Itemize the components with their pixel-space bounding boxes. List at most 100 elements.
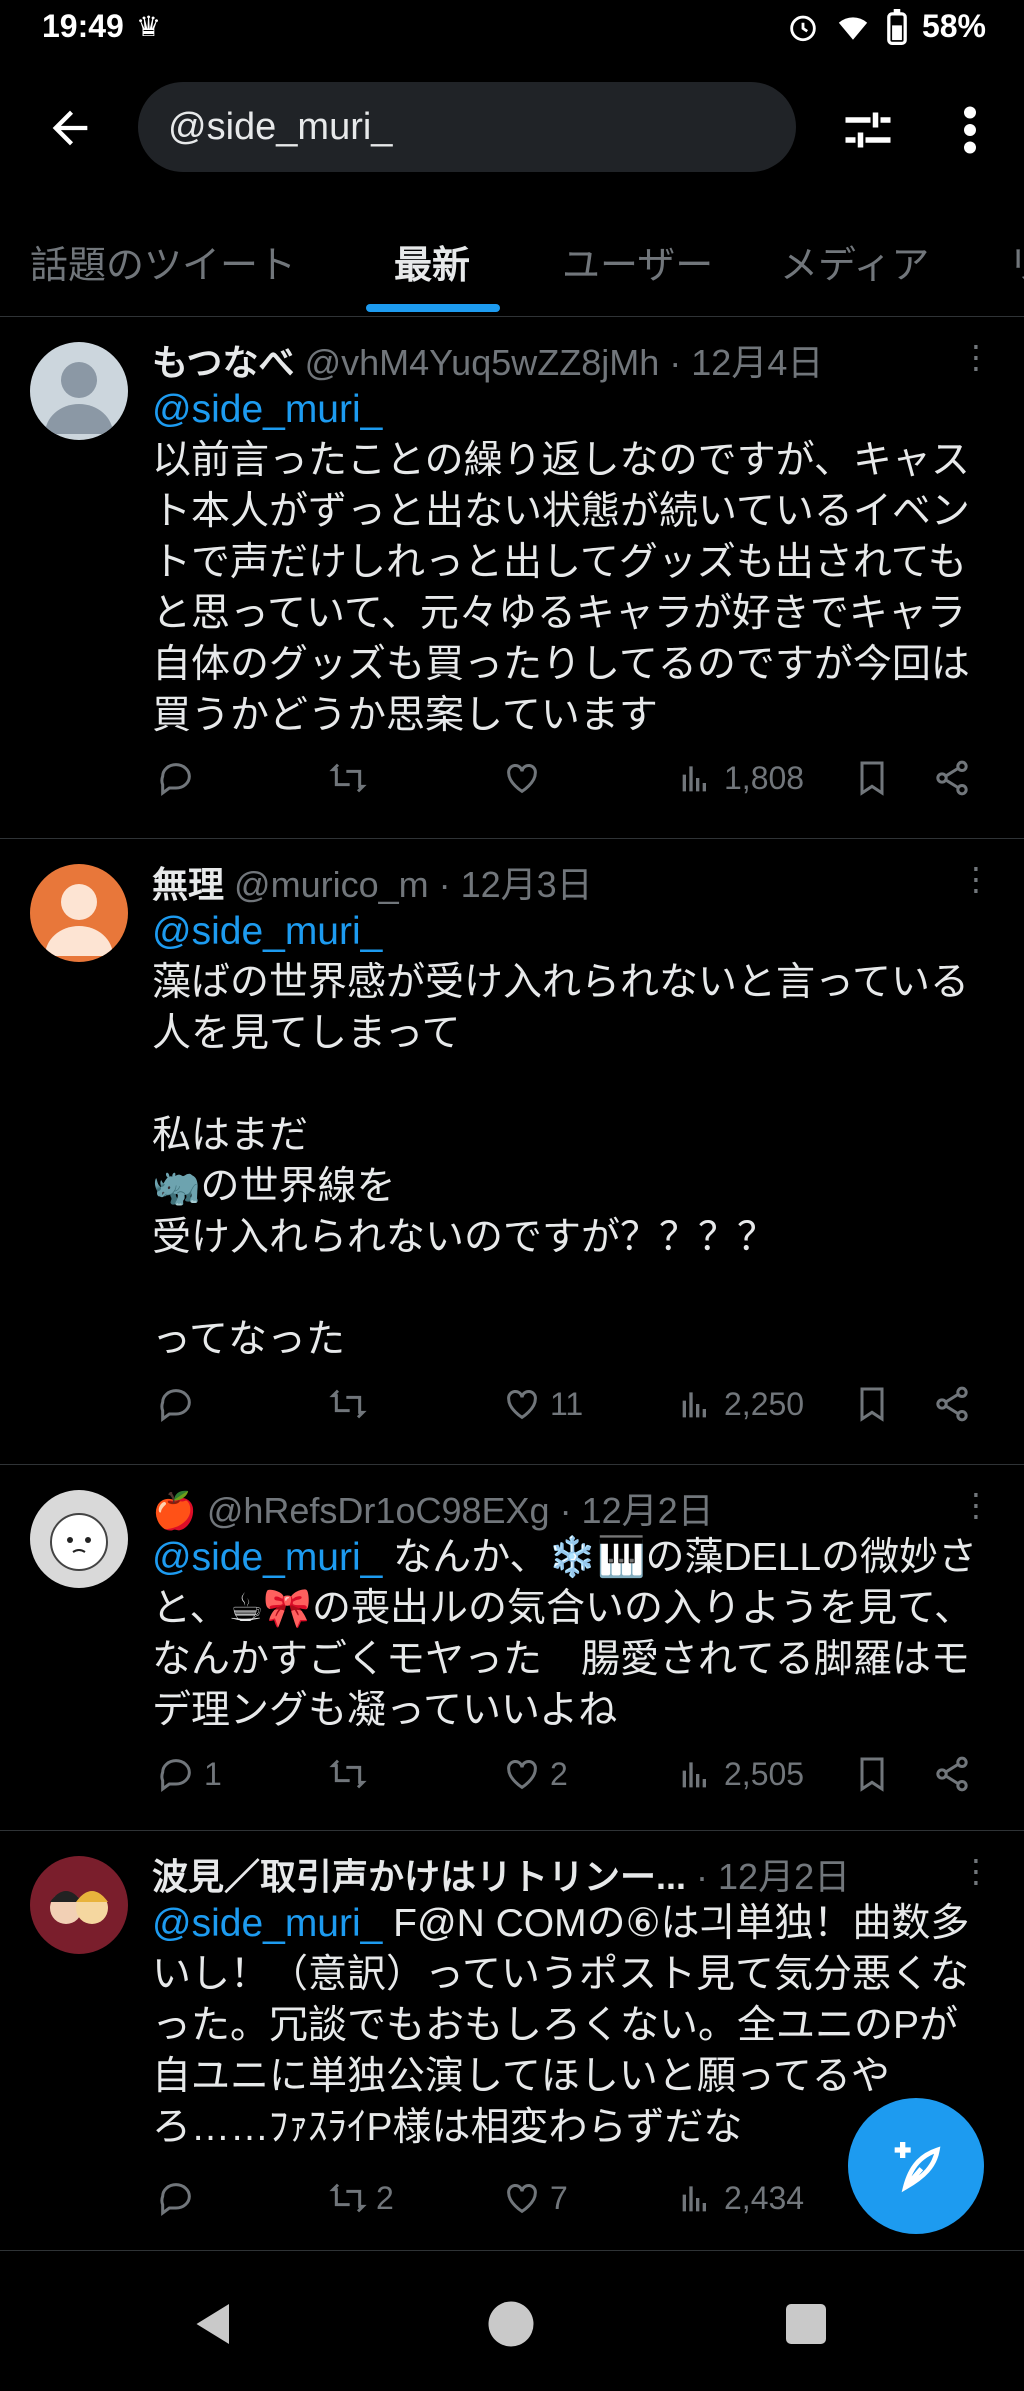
user-handle: @vhM4Yuq5wZZ8jMh: [304, 342, 660, 383]
tweet[interactable]: 🍎 @hRefsDr1oC98EXg · 12月2日 ⋮ @side_muri_…: [0, 1464, 1024, 1831]
reply-button[interactable]: [156, 758, 204, 798]
nav-recents-icon[interactable]: [776, 2294, 836, 2354]
tweet-text: @side_muri_ なんか、❄️🎹の藻DELLの微妙さと、☕🎀の喪出ルの気合…: [152, 1532, 982, 1736]
heart-icon: [507, 2184, 537, 2214]
avatar[interactable]: [30, 342, 128, 440]
tweet-date: · 12月2日: [559, 1490, 714, 1531]
mention-link[interactable]: @side_muri_: [152, 388, 382, 431]
user-handle: @hRefsDr1oC98EXg: [206, 1490, 550, 1531]
nav-home-icon[interactable]: [481, 2294, 541, 2354]
avatar[interactable]: [30, 1490, 128, 1588]
mention-link[interactable]: @side_muri_: [152, 910, 382, 953]
tab-indicator: [366, 304, 500, 312]
share-button[interactable]: [932, 1754, 972, 1794]
tweet-body: 藻ばの世界感が受け入れられないと言っている人を見てしまって 私はまだ 🦏の世界線…: [152, 961, 970, 1361]
reply-icon: [160, 2183, 191, 2216]
tab-lists[interactable]: リ: [1008, 234, 1024, 289]
reply-icon: [160, 1389, 191, 1422]
tweet-menu-icon[interactable]: ⋮: [960, 860, 992, 898]
mention-link[interactable]: @side_muri_: [152, 1536, 382, 1579]
tweet-date: · 12月2日: [696, 1856, 851, 1897]
reply-icon: [160, 1759, 191, 1792]
retweet-button[interactable]: [328, 1754, 376, 1794]
status-bar: 19:49 ♛ 58%: [0, 0, 1024, 56]
system-nav-bar: [0, 2258, 1024, 2391]
tweet-header: 波見／取引声かけはリトリンー... · 12月2日: [152, 1848, 850, 1900]
tweet-header: 🍎 @hRefsDr1oC98EXg · 12月2日: [152, 1482, 714, 1534]
battery-icon: [887, 8, 907, 45]
like-count: 7: [550, 2179, 568, 2216]
share-button[interactable]: [932, 1384, 972, 1424]
like-button[interactable]: [502, 758, 550, 798]
view-count: 1,808: [724, 759, 805, 796]
more-options-icon[interactable]: [940, 100, 1000, 160]
view-count: 2,250: [724, 1385, 805, 1422]
views-button[interactable]: 2,250: [676, 1384, 804, 1424]
display-name[interactable]: 無理: [152, 864, 224, 905]
view-count: 2,505: [724, 1755, 805, 1792]
tweet[interactable]: 無理 @murico_m · 12月3日 ⋮ @side_muri_ 藻ばの世界…: [0, 838, 1024, 1465]
views-button[interactable]: 2,434: [676, 2178, 804, 2218]
views-button[interactable]: 1,808: [676, 758, 804, 798]
tweet-menu-icon[interactable]: ⋮: [960, 338, 992, 376]
like-count: 11: [550, 1385, 584, 1422]
analytics-icon: [682, 766, 706, 792]
tweet-menu-icon[interactable]: ⋮: [960, 1852, 992, 1890]
bookmark-icon: [860, 1387, 884, 1422]
tab-media[interactable]: メディア: [780, 234, 929, 289]
search-tabs: 話題のツイート 最新 ユーザー メディア リ: [0, 220, 1024, 317]
views-button[interactable]: 2,505: [676, 1754, 804, 1794]
status-icons: 58%: [786, 8, 986, 45]
bookmark-button[interactable]: [852, 758, 892, 798]
share-icon: [936, 1756, 968, 1792]
back-arrow-icon[interactable]: [40, 98, 100, 158]
reply-count: 1: [204, 1755, 222, 1792]
tweet-text: @side_muri_ 以前言ったことの繰り返しなのですが、キャスト本人がずっと…: [152, 384, 982, 741]
mention-link[interactable]: @side_muri_: [152, 1902, 382, 1945]
tweet-text: @side_muri_ F@N COMの⑥は긔単独！曲数多いし！（意訳）っていう…: [152, 1898, 982, 2153]
compose-tweet-button[interactable]: [848, 2098, 984, 2234]
analytics-icon: [682, 2186, 706, 2212]
share-button[interactable]: [932, 758, 972, 798]
like-button[interactable]: 11: [502, 1384, 583, 1424]
bookmark-button[interactable]: [852, 1384, 892, 1424]
tab-top[interactable]: 話題のツイート: [30, 234, 296, 289]
tweet-menu-icon[interactable]: ⋮: [960, 1486, 992, 1524]
bookmark-icon: [860, 1757, 884, 1792]
display-name[interactable]: 🍎: [152, 1490, 197, 1531]
retweet-icon: [329, 1759, 367, 1789]
display-name[interactable]: もつなべ: [152, 342, 295, 383]
crown-icon: ♛: [136, 11, 162, 42]
like-button[interactable]: 2: [502, 1754, 568, 1794]
retweet-icon: [329, 1389, 367, 1419]
avatar[interactable]: [30, 1856, 128, 1954]
tweet-body: 以前言ったことの繰り返しなのですが、キャスト本人がずっと出ない状態が続いているイ…: [152, 439, 970, 737]
tab-users[interactable]: ユーザー: [562, 234, 713, 289]
bookmark-button[interactable]: [852, 1754, 892, 1794]
reply-button[interactable]: [156, 2178, 204, 2218]
search-input[interactable]: @side_muri_: [138, 82, 796, 172]
reply-icon: [160, 763, 191, 796]
display-name[interactable]: 波見／取引声かけはリトリンー...: [152, 1856, 686, 1897]
filter-settings-icon[interactable]: [838, 100, 898, 160]
feather-plus-icon: [894, 2142, 941, 2193]
retweet-button[interactable]: 2: [328, 2178, 394, 2218]
tweet-header: 無理 @murico_m · 12月3日: [152, 856, 593, 908]
tweet[interactable]: もつなべ @vhM4Yuq5wZZ8jMh · 12月4日 ⋮ @side_mu…: [0, 316, 1024, 839]
retweet-button[interactable]: [328, 758, 376, 798]
share-icon: [936, 760, 968, 796]
nav-back-icon[interactable]: [184, 2294, 244, 2354]
alarm-icon: [790, 15, 816, 41]
heart-icon: [507, 1760, 537, 1790]
retweet-icon: [329, 763, 367, 793]
tab-latest[interactable]: 最新: [394, 234, 470, 289]
avatar[interactable]: [30, 864, 128, 962]
like-button[interactable]: 7: [502, 2178, 568, 2218]
retweet-icon: [329, 2183, 367, 2213]
like-count: 2: [550, 1755, 568, 1792]
reply-button[interactable]: [156, 1384, 204, 1424]
retweet-button[interactable]: [328, 1384, 376, 1424]
reply-button[interactable]: 1: [156, 1754, 222, 1794]
tweet-date: · 12月4日: [669, 342, 824, 383]
app-bar: @side_muri_: [0, 80, 1024, 176]
